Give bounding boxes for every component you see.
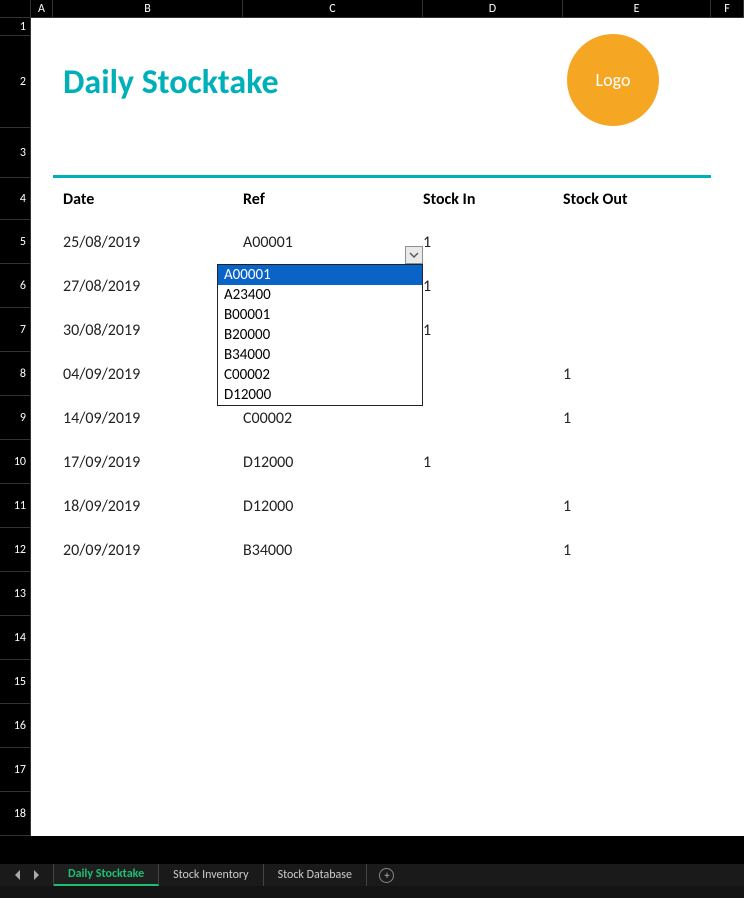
- cell-stock-out[interactable]: [563, 220, 711, 264]
- row-header-16[interactable]: 16: [0, 704, 31, 748]
- row-header-2[interactable]: 2: [0, 36, 31, 128]
- logo-placeholder: Logo: [567, 34, 659, 126]
- col-header-F[interactable]: F: [711, 0, 744, 18]
- row-header-18[interactable]: 18: [0, 792, 31, 836]
- row-header-11[interactable]: 11: [0, 484, 31, 528]
- row-header-8[interactable]: 8: [0, 352, 31, 396]
- col-header-C[interactable]: C: [243, 0, 423, 18]
- sheet-tab[interactable]: Daily Stocktake: [54, 864, 159, 886]
- row-header-4[interactable]: 4: [0, 178, 31, 220]
- col-header-A[interactable]: A: [31, 0, 53, 18]
- cell-stock-in[interactable]: [423, 396, 563, 440]
- cell-stock-in[interactable]: 1: [423, 308, 563, 352]
- tab-prev-icon[interactable]: [14, 870, 22, 880]
- cell-ref[interactable]: D12000: [243, 440, 423, 484]
- cell-stock-in[interactable]: 1: [423, 440, 563, 484]
- row-header-9[interactable]: 9: [0, 396, 31, 440]
- row-header-17[interactable]: 17: [0, 748, 31, 792]
- cell-stock-in[interactable]: [423, 484, 563, 528]
- select-all-corner[interactable]: [0, 0, 31, 18]
- cell-stock-in[interactable]: [423, 528, 563, 572]
- header-stock-in: Stock In: [423, 178, 563, 220]
- row-header-1[interactable]: 1: [0, 18, 31, 36]
- cell-date[interactable]: 18/09/2019: [53, 484, 243, 528]
- add-sheet-button[interactable]: +: [367, 864, 407, 886]
- page-title: Daily Stocktake: [53, 36, 423, 128]
- header-date: Date: [53, 178, 243, 220]
- dropdown-option[interactable]: B20000: [218, 325, 422, 345]
- row-header-7[interactable]: 7: [0, 308, 31, 352]
- sheet-tab[interactable]: Stock Inventory: [159, 864, 264, 886]
- chevron-down-icon: [409, 250, 419, 260]
- row-header-10[interactable]: 10: [0, 440, 31, 484]
- dropdown-option[interactable]: A23400: [218, 285, 422, 305]
- cell-stock-out[interactable]: [563, 440, 711, 484]
- dropdown-option[interactable]: B00001: [218, 305, 422, 325]
- row-header-13[interactable]: 13: [0, 572, 31, 616]
- tab-nav: [0, 864, 54, 886]
- col-header-E[interactable]: E: [563, 0, 711, 18]
- dropdown-option[interactable]: D12000: [218, 385, 422, 405]
- row-header-6[interactable]: 6: [0, 264, 31, 308]
- dropdown-option[interactable]: A00001: [218, 265, 422, 285]
- divider: [53, 175, 711, 178]
- cell-ref[interactable]: D12000: [243, 484, 423, 528]
- col-header-D[interactable]: D: [423, 0, 563, 18]
- ref-dropdown-list[interactable]: A00001A23400B00001B20000B34000C00002D120…: [217, 264, 423, 406]
- col-header-B[interactable]: B: [53, 0, 243, 18]
- cell-ref[interactable]: B34000: [243, 528, 423, 572]
- tab-next-icon[interactable]: [32, 870, 40, 880]
- header-stock-out: Stock Out: [563, 178, 711, 220]
- plus-icon: +: [379, 868, 394, 883]
- horizontal-scrollbar[interactable]: [0, 886, 744, 898]
- row-header-3[interactable]: 3: [0, 128, 31, 178]
- cell-date[interactable]: 27/08/2019: [53, 264, 243, 308]
- cell-date[interactable]: 04/09/2019: [53, 352, 243, 396]
- spreadsheet-grid[interactable]: A B C D E F 1 2 Daily Stocktake Logo: [0, 0, 744, 864]
- row-header-15[interactable]: 15: [0, 660, 31, 704]
- cell-stock-in[interactable]: [423, 352, 563, 396]
- header-ref: Ref: [243, 178, 423, 220]
- dropdown-option[interactable]: C00002: [218, 365, 422, 385]
- cell-stock-in[interactable]: 1: [423, 264, 563, 308]
- cell-stock-out[interactable]: 1: [563, 396, 711, 440]
- cell-stock-out[interactable]: 1: [563, 484, 711, 528]
- row-header-14[interactable]: 14: [0, 616, 31, 660]
- cell-stock-out[interactable]: 1: [563, 528, 711, 572]
- sheet-tab-bar: Daily StocktakeStock InventoryStock Data…: [0, 864, 744, 886]
- cell-ref[interactable]: A00001: [243, 220, 423, 264]
- cell-stock-out[interactable]: 1: [563, 352, 711, 396]
- row-header-5[interactable]: 5: [0, 220, 31, 264]
- cell-date[interactable]: 25/08/2019: [53, 220, 243, 264]
- cell-stock-in[interactable]: 1: [423, 220, 563, 264]
- cell-stock-out[interactable]: [563, 264, 711, 308]
- column-header-row: A B C D E F: [0, 0, 744, 18]
- cell-date[interactable]: 30/08/2019: [53, 308, 243, 352]
- cell-stock-out[interactable]: [563, 308, 711, 352]
- row-header-12[interactable]: 12: [0, 528, 31, 572]
- dropdown-option[interactable]: B34000: [218, 345, 422, 365]
- sheet-tab[interactable]: Stock Database: [264, 864, 367, 886]
- cell-date[interactable]: 17/09/2019: [53, 440, 243, 484]
- cell-date[interactable]: 14/09/2019: [53, 396, 243, 440]
- ref-dropdown-button[interactable]: [405, 246, 423, 264]
- cell-date[interactable]: 20/09/2019: [53, 528, 243, 572]
